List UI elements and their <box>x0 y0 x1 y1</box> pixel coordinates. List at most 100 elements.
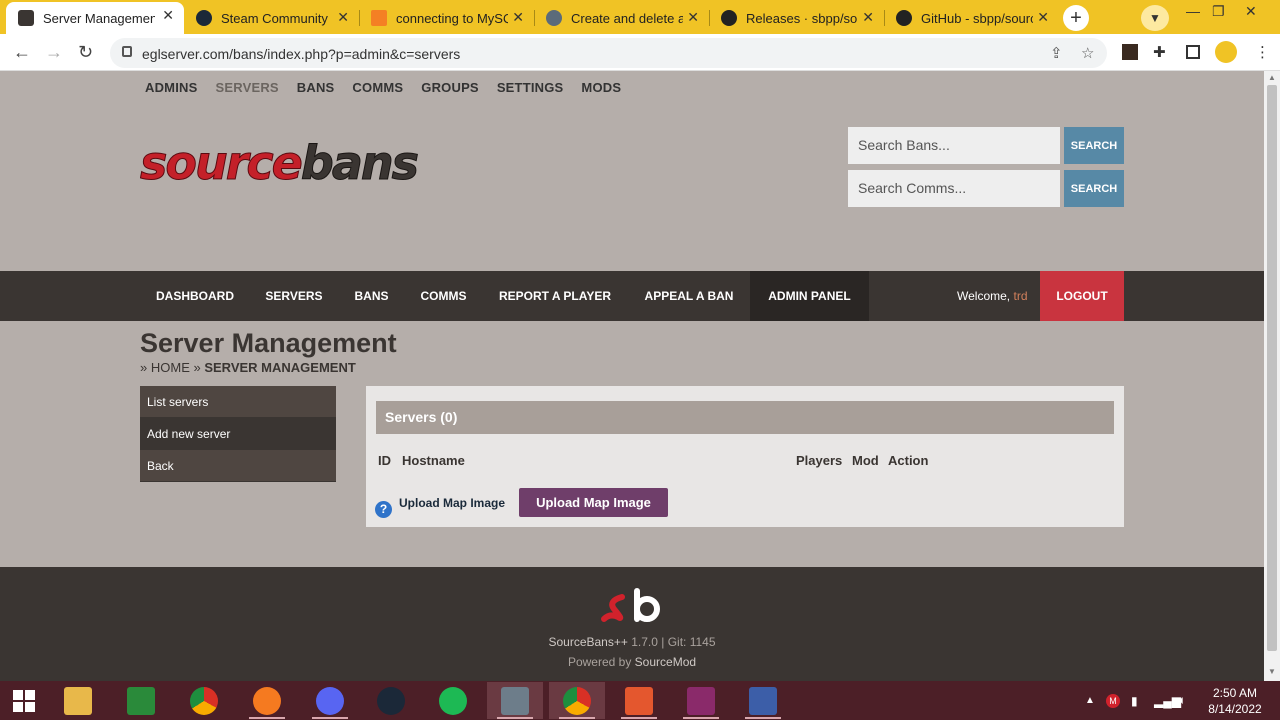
topnav-servers[interactable]: SERVERS <box>215 80 278 95</box>
steam-favicon-icon <box>196 10 212 26</box>
nav-comms[interactable]: COMMS <box>405 271 482 321</box>
globe-favicon-icon <box>546 10 562 26</box>
taskbar-app-orange[interactable] <box>611 682 667 719</box>
sourcemod-link[interactable]: SourceMod <box>635 655 696 669</box>
nav-report-player[interactable]: REPORT A PLAYER <box>482 271 628 321</box>
tray-app-icon[interactable]: M <box>1106 681 1120 720</box>
topnav-bans[interactable]: BANS <box>297 80 335 95</box>
topnav-settings[interactable]: SETTINGS <box>497 80 564 95</box>
nav-appeal-ban[interactable]: APPEAL A BAN <box>628 271 750 321</box>
window-close-icon[interactable]: ✕ <box>1245 3 1257 20</box>
sidemenu-list-servers[interactable]: List servers <box>140 386 336 418</box>
tab-create-delete[interactable]: Create and delete a f ✕ <box>534 4 709 32</box>
tab-search-button[interactable]: ▼ <box>1141 5 1169 31</box>
forward-arrow-icon[interactable]: → <box>45 42 63 63</box>
search-comms-form: Search Comms... SEARCH <box>848 170 1124 207</box>
logout-button[interactable]: LOGOUT <box>1040 271 1124 321</box>
breadcrumb: » HOME » SERVER MANAGEMENT <box>140 360 356 375</box>
github-favicon-icon <box>896 10 912 26</box>
welcome-text: Welcome, trd <box>957 289 1028 303</box>
column-action: Action <box>888 453 929 468</box>
taskbar-steam[interactable] <box>363 682 419 719</box>
folder-icon <box>64 686 92 715</box>
side-menu: List servers Add new server Back <box>140 386 336 482</box>
restore-icon[interactable]: ❐ <box>1212 3 1225 20</box>
taskbar-discord[interactable] <box>302 682 358 719</box>
username-link[interactable]: trd <box>1013 289 1027 303</box>
topnav-admins[interactable]: ADMINS <box>145 80 197 95</box>
page-scrollbar[interactable]: ▲ ▼ <box>1264 71 1280 681</box>
search-comms-input[interactable]: Search Comms... <box>848 170 1060 207</box>
back-arrow-icon[interactable]: ← <box>13 42 31 63</box>
breadcrumb-home[interactable]: HOME <box>151 360 190 375</box>
nav-admin-panel[interactable]: ADMIN PANEL <box>750 271 869 321</box>
taskbar-firefox[interactable] <box>239 682 295 719</box>
puzzle-extensions-icon[interactable]: ✚ <box>1153 43 1166 61</box>
bookmark-star-icon[interactable]: ☆ <box>1081 44 1094 62</box>
battery-icon[interactable]: ▮ <box>1131 681 1138 720</box>
topnav-mods[interactable]: MODS <box>581 80 621 95</box>
taskbar-winrar[interactable] <box>673 682 729 719</box>
search-bans-input[interactable]: Search Bans... <box>848 127 1060 164</box>
steam-icon <box>377 686 405 715</box>
topnav-groups[interactable]: GROUPS <box>421 80 479 95</box>
tray-overflow-icon[interactable]: ▲ <box>1085 681 1095 720</box>
taskbar-store[interactable] <box>113 682 169 719</box>
scroll-up-icon[interactable]: ▲ <box>1268 73 1276 82</box>
browser-tab-bar: Server Management ✕ Steam Community ✕ co… <box>0 0 1280 34</box>
close-icon[interactable]: ✕ <box>862 9 874 26</box>
topnav-comms[interactable]: COMMS <box>352 80 403 95</box>
main-nav: DASHBOARD SERVERS BANS COMMS REPORT A PL… <box>0 271 1264 321</box>
taskbar-network-app[interactable] <box>487 682 543 719</box>
sidemenu-back[interactable]: Back <box>140 450 336 482</box>
scroll-thumb[interactable] <box>1267 85 1277 651</box>
sourcebans-favicon-icon <box>18 10 34 26</box>
taskbar-file-explorer[interactable] <box>50 682 106 719</box>
tab-steam-community[interactable]: Steam Community ✕ <box>184 4 359 32</box>
close-icon[interactable]: ✕ <box>162 7 174 24</box>
footer: SourceBans++ 1.7.0 | Git: 1145 Powered b… <box>0 567 1264 681</box>
tab-server-management[interactable]: Server Management ✕ <box>6 2 184 34</box>
nav-dashboard[interactable]: DASHBOARD <box>140 271 250 321</box>
close-icon[interactable]: ✕ <box>512 9 524 26</box>
sourcebans-logo[interactable]: sourcebans <box>140 136 460 196</box>
close-icon[interactable]: ✕ <box>687 9 699 26</box>
profile-avatar[interactable] <box>1215 41 1237 63</box>
scroll-down-icon[interactable]: ▼ <box>1268 667 1276 676</box>
extension-icon[interactable] <box>1122 44 1138 60</box>
tab-github-sbpp[interactable]: GitHub - sbpp/sourc ✕ <box>884 4 1059 32</box>
svg-text:sourcebans: sourcebans <box>140 141 418 190</box>
minimize-icon[interactable]: — <box>1186 3 1200 19</box>
tab-releases[interactable]: Releases · sbpp/sour ✕ <box>709 4 884 32</box>
taskbar-putty[interactable] <box>735 682 791 719</box>
search-comms-button[interactable]: SEARCH <box>1064 170 1124 207</box>
help-icon[interactable]: ? <box>375 501 392 518</box>
nav-bans[interactable]: BANS <box>338 271 405 321</box>
stackoverflow-favicon-icon <box>371 10 387 26</box>
column-mod: Mod <box>852 453 879 468</box>
upload-map-image-button[interactable]: Upload Map Image <box>519 488 668 517</box>
reload-icon[interactable]: ↻ <box>78 42 93 63</box>
taskbar-chrome[interactable] <box>176 682 232 719</box>
close-icon[interactable]: ✕ <box>1037 9 1049 26</box>
side-panel-icon[interactable] <box>1186 45 1200 59</box>
more-menu-icon[interactable]: ⋮ <box>1255 43 1270 61</box>
taskbar-spotify[interactable] <box>425 682 481 719</box>
omnibox[interactable]: eglserver.com/bans/index.php?p=admin&c=s… <box>110 38 1107 68</box>
admin-top-nav: ADMINS SERVERS BANS COMMS GROUPS SETTING… <box>145 80 639 95</box>
column-hostname: Hostname <box>402 453 465 468</box>
sidemenu-add-server[interactable]: Add new server <box>140 418 336 450</box>
search-bans-button[interactable]: SEARCH <box>1064 127 1124 164</box>
url-text[interactable]: eglserver.com/bans/index.php?p=admin&c=s… <box>142 46 460 62</box>
new-tab-button[interactable]: + <box>1063 5 1089 31</box>
tab-connecting-mysql[interactable]: connecting to MySQ ✕ <box>359 4 534 32</box>
close-icon[interactable]: ✕ <box>337 9 349 26</box>
volume-icon[interactable]: 🔈︎ <box>1179 681 1186 720</box>
start-button[interactable] <box>0 682 48 719</box>
taskbar-clock[interactable]: 2:50 AM 8/14/2022 <box>1200 685 1270 717</box>
nav-servers[interactable]: SERVERS <box>250 271 338 321</box>
upload-map-label: Upload Map Image <box>399 496 506 510</box>
taskbar-chrome-active[interactable] <box>549 682 605 719</box>
share-icon[interactable]: ⇪ <box>1050 44 1063 62</box>
network-icon[interactable]: ▂▄▆ <box>1154 681 1181 720</box>
